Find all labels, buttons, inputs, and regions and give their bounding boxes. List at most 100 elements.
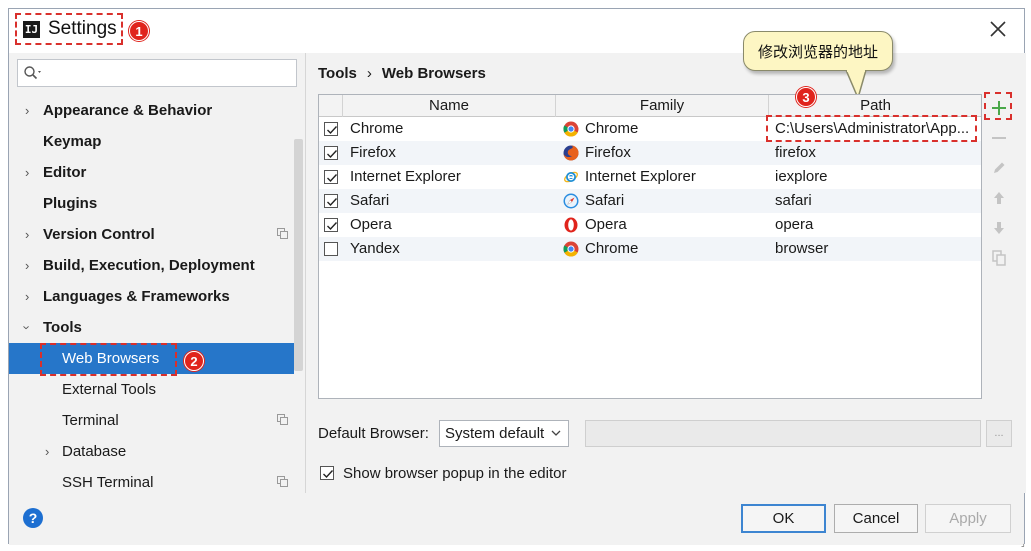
browser-active-checkbox[interactable] bbox=[324, 194, 338, 208]
annotation-callout: 修改浏览器的地址 bbox=[743, 31, 893, 71]
table-row[interactable]: Opera Opera opera bbox=[319, 213, 981, 237]
default-browser-select[interactable]: System default bbox=[439, 420, 569, 447]
browse-button[interactable]: ... bbox=[986, 420, 1012, 447]
checkmark-icon bbox=[327, 198, 338, 207]
sidebar-item-plugins[interactable]: Plugins bbox=[9, 188, 294, 219]
browser-family[interactable]: Firefox bbox=[585, 141, 631, 165]
sidebar-item-tools[interactable]: › Tools bbox=[9, 312, 294, 343]
browser-family[interactable]: Safari bbox=[585, 189, 624, 213]
copy-icon[interactable] bbox=[990, 249, 1008, 267]
apply-button[interactable]: Apply bbox=[925, 504, 1011, 533]
browser-name[interactable]: Chrome bbox=[350, 117, 403, 141]
settings-dialog: IJ Settings 1 › Appearance & Behavior Ke… bbox=[8, 8, 1026, 545]
search-icon bbox=[24, 66, 41, 80]
project-settings-icon bbox=[277, 476, 288, 487]
move-down-icon[interactable] bbox=[990, 219, 1008, 237]
remove-icon[interactable] bbox=[990, 129, 1008, 147]
move-up-icon[interactable] bbox=[990, 189, 1008, 207]
ie-icon bbox=[564, 171, 578, 183]
settings-sidebar: › Appearance & Behavior Keymap › Editor … bbox=[9, 53, 305, 493]
browser-family[interactable]: Internet Explorer bbox=[585, 165, 696, 189]
path-highlight-box bbox=[766, 115, 977, 142]
browser-active-checkbox[interactable] bbox=[324, 218, 338, 232]
add-button-highlight-box bbox=[984, 92, 1012, 120]
chevron-right-icon: › bbox=[25, 103, 30, 118]
browser-path[interactable]: opera bbox=[775, 213, 813, 237]
chevron-right-icon: › bbox=[25, 258, 30, 273]
breadcrumb: Tools › Web Browsers bbox=[318, 65, 486, 82]
chevron-right-icon: › bbox=[45, 444, 50, 459]
sidebar-item-appearance-behavior[interactable]: › Appearance & Behavior bbox=[9, 95, 294, 126]
checkmark-icon bbox=[327, 150, 338, 159]
sidebar-item-terminal[interactable]: Terminal bbox=[9, 405, 294, 436]
window-title: Settings bbox=[48, 18, 117, 39]
checkmark-icon bbox=[327, 222, 338, 231]
help-icon[interactable]: ? bbox=[23, 508, 43, 528]
column-header-family[interactable]: Family bbox=[556, 95, 769, 117]
dialog-button-bar: ? OK Cancel Apply bbox=[9, 493, 1024, 545]
table-row[interactable]: Internet Explorer Internet Explorer iexp… bbox=[319, 165, 981, 189]
checkmark-icon bbox=[323, 470, 334, 479]
browser-name[interactable]: Opera bbox=[350, 213, 392, 237]
browser-family[interactable]: Chrome bbox=[585, 117, 638, 141]
table-row[interactable]: Yandex Chrome browser bbox=[319, 237, 981, 261]
search-input[interactable] bbox=[17, 59, 297, 87]
browser-active-checkbox[interactable] bbox=[324, 146, 338, 160]
table-row[interactable]: Safari Safari safari bbox=[319, 189, 981, 213]
close-icon[interactable] bbox=[988, 19, 1008, 39]
table-header-check bbox=[319, 95, 343, 117]
chevron-right-icon: › bbox=[25, 165, 30, 180]
table-header: Name Family Path bbox=[319, 95, 981, 117]
browser-family[interactable]: Chrome bbox=[585, 237, 638, 261]
column-header-name[interactable]: Name bbox=[343, 95, 556, 117]
checkmark-icon bbox=[327, 126, 338, 135]
web-browsers-highlight-box bbox=[40, 343, 177, 376]
ok-button[interactable]: OK bbox=[741, 504, 826, 533]
browser-name[interactable]: Safari bbox=[350, 189, 389, 213]
sidebar-item-languages-frameworks[interactable]: › Languages & Frameworks bbox=[9, 281, 294, 312]
browser-name[interactable]: Internet Explorer bbox=[350, 165, 461, 189]
title-highlight-box: IJ Settings bbox=[15, 13, 123, 45]
settings-tree: › Appearance & Behavior Keymap › Editor … bbox=[9, 95, 294, 498]
browser-path[interactable]: browser bbox=[775, 237, 828, 261]
show-popup-label: Show browser popup in the editor bbox=[343, 464, 567, 482]
chevron-right-icon: › bbox=[25, 227, 30, 242]
annotation-badge-3: 3 bbox=[796, 87, 816, 107]
default-browser-label: Default Browser: bbox=[318, 424, 429, 442]
sidebar-scrollbar[interactable] bbox=[294, 139, 303, 371]
browser-name[interactable]: Firefox bbox=[350, 141, 396, 165]
browser-path[interactable]: iexplore bbox=[775, 165, 828, 189]
default-browser-path-field[interactable] bbox=[585, 420, 981, 447]
default-browser-value: System default bbox=[445, 425, 545, 442]
show-popup-checkbox[interactable] bbox=[320, 466, 334, 480]
annotation-badge-1: 1 bbox=[129, 21, 149, 41]
table-row[interactable]: Firefox Firefox firefox bbox=[319, 141, 981, 165]
breadcrumb-separator: › bbox=[366, 65, 372, 82]
sidebar-item-version-control[interactable]: › Version Control bbox=[9, 219, 294, 250]
browser-active-checkbox[interactable] bbox=[324, 242, 338, 256]
sidebar-item-editor[interactable]: › Editor bbox=[9, 157, 294, 188]
browser-path[interactable]: safari bbox=[775, 189, 812, 213]
resize-grip-icon[interactable]: ⌟ bbox=[1021, 539, 1025, 548]
browser-active-checkbox[interactable] bbox=[324, 122, 338, 136]
browser-path[interactable]: firefox bbox=[775, 141, 816, 165]
intellij-app-icon: IJ bbox=[23, 20, 40, 38]
project-settings-icon bbox=[277, 414, 288, 425]
checkmark-icon bbox=[327, 174, 338, 183]
browser-active-checkbox[interactable] bbox=[324, 170, 338, 184]
chevron-down-icon: › bbox=[19, 325, 35, 330]
sidebar-item-external-tools[interactable]: External Tools bbox=[9, 374, 294, 405]
sidebar-item-build-execution-deployment[interactable]: › Build, Execution, Deployment bbox=[9, 250, 294, 281]
breadcrumb-parent: Tools bbox=[318, 65, 357, 82]
sidebar-item-keymap[interactable]: Keymap bbox=[9, 126, 294, 157]
sidebar-item-database[interactable]: › Database bbox=[9, 436, 294, 467]
browser-name[interactable]: Yandex bbox=[350, 237, 400, 261]
annotation-badge-2: 2 bbox=[184, 351, 204, 371]
browser-family[interactable]: Opera bbox=[585, 213, 627, 237]
cancel-button[interactable]: Cancel bbox=[834, 504, 918, 533]
chrome-icon bbox=[563, 121, 579, 137]
edit-icon[interactable] bbox=[990, 159, 1008, 177]
opera-icon bbox=[564, 217, 578, 233]
popup-option-row[interactable]: Show browser popup in the editor bbox=[320, 463, 566, 483]
chevron-down-icon bbox=[551, 430, 561, 436]
